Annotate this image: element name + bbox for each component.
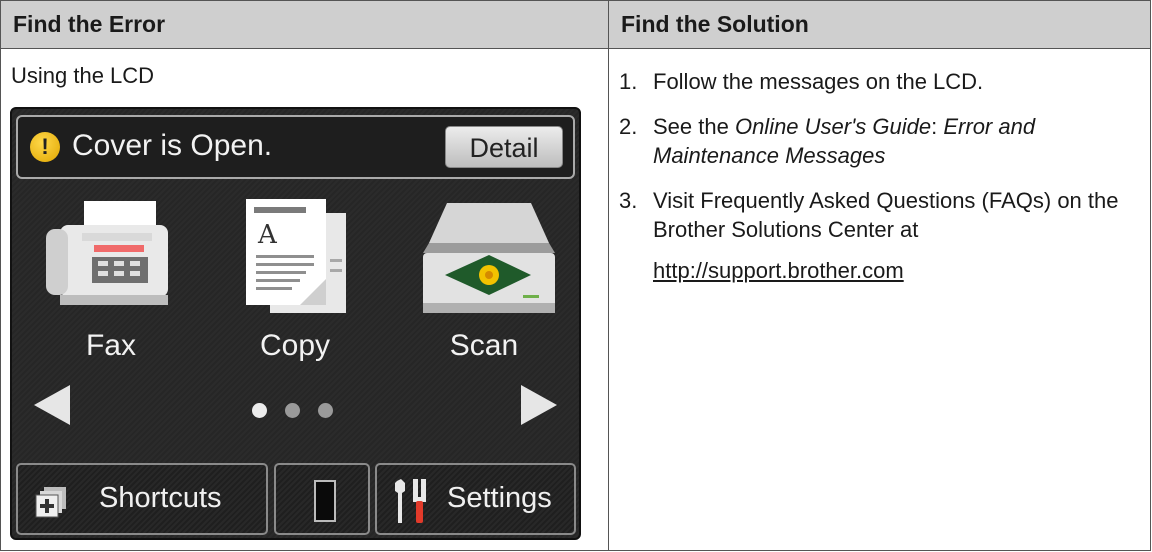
support-url-line: http://support.brother.com [619, 258, 1140, 284]
guide-title: Online User's Guide [734, 114, 932, 139]
detail-button[interactable]: Detail [445, 126, 563, 168]
settings-label: Settings [447, 482, 552, 514]
error-cell: Using the LCD ! Cover is Open. Detail Fa… [0, 48, 609, 551]
step-number: 3. [619, 188, 638, 213]
solution-step-3: 3. Visit Frequently Asked Questions (FAQ… [619, 186, 1140, 244]
step-separator: : [931, 114, 944, 139]
scan-label: Scan [449, 329, 519, 362]
settings-button[interactable]: Settings [375, 463, 576, 535]
header-find-solution: Find the Solution [608, 0, 1151, 49]
warning-icon: ! [30, 132, 60, 162]
page-dot-active [252, 403, 267, 418]
step-number: 1. [619, 69, 638, 94]
step-number: 2. [619, 114, 638, 139]
svg-text:A: A [257, 220, 278, 250]
copy-app-button[interactable]: A Copy [220, 199, 370, 399]
copy-label: Copy [259, 329, 331, 362]
ink-cartridge-icon [314, 480, 336, 522]
page-dot [318, 403, 333, 418]
solution-step-1: 1. Follow the messages on the LCD. [619, 67, 1140, 96]
shortcuts-button[interactable]: Shortcuts [16, 463, 268, 535]
scan-app-button[interactable]: Scan [409, 199, 559, 399]
shortcuts-icon [35, 487, 66, 518]
solution-step-2: 2. See the Online User's Guide: Error an… [619, 112, 1140, 170]
shortcuts-label: Shortcuts [99, 482, 222, 514]
status-message: Cover is Open. [72, 129, 273, 162]
scan-icon [423, 203, 555, 313]
previous-page-arrow[interactable] [34, 385, 70, 425]
step-text-prefix: See the [653, 114, 735, 139]
copy-icon: A [246, 199, 346, 313]
fax-app-button[interactable]: Fax [36, 199, 186, 399]
step-text: Follow the messages on the LCD. [653, 69, 984, 94]
support-url-link[interactable]: http://support.brother.com [653, 258, 904, 283]
status-bar[interactable]: ! Cover is Open. Detail [16, 115, 575, 179]
lcd-screen: ! Cover is Open. Detail Fax A Copy Scan … [10, 107, 581, 540]
page-dot [285, 403, 300, 418]
solution-list: 1. Follow the messages on the LCD. 2. Se… [619, 67, 1140, 244]
step-text: Visit Frequently Asked Questions (FAQs) … [653, 188, 1119, 242]
page-indicator [252, 403, 342, 419]
troubleshooting-table: Find the Error Find the Solution Using t… [0, 0, 1151, 551]
solution-cell: 1. Follow the messages on the LCD. 2. Se… [608, 48, 1151, 551]
using-lcd-caption: Using the LCD [11, 63, 155, 88]
tools-icon [395, 479, 426, 523]
fax-label: Fax [85, 329, 136, 362]
ink-button[interactable] [274, 463, 370, 535]
next-page-arrow[interactable] [521, 385, 557, 425]
header-find-error: Find the Error [0, 0, 609, 49]
fax-icon [46, 201, 168, 305]
